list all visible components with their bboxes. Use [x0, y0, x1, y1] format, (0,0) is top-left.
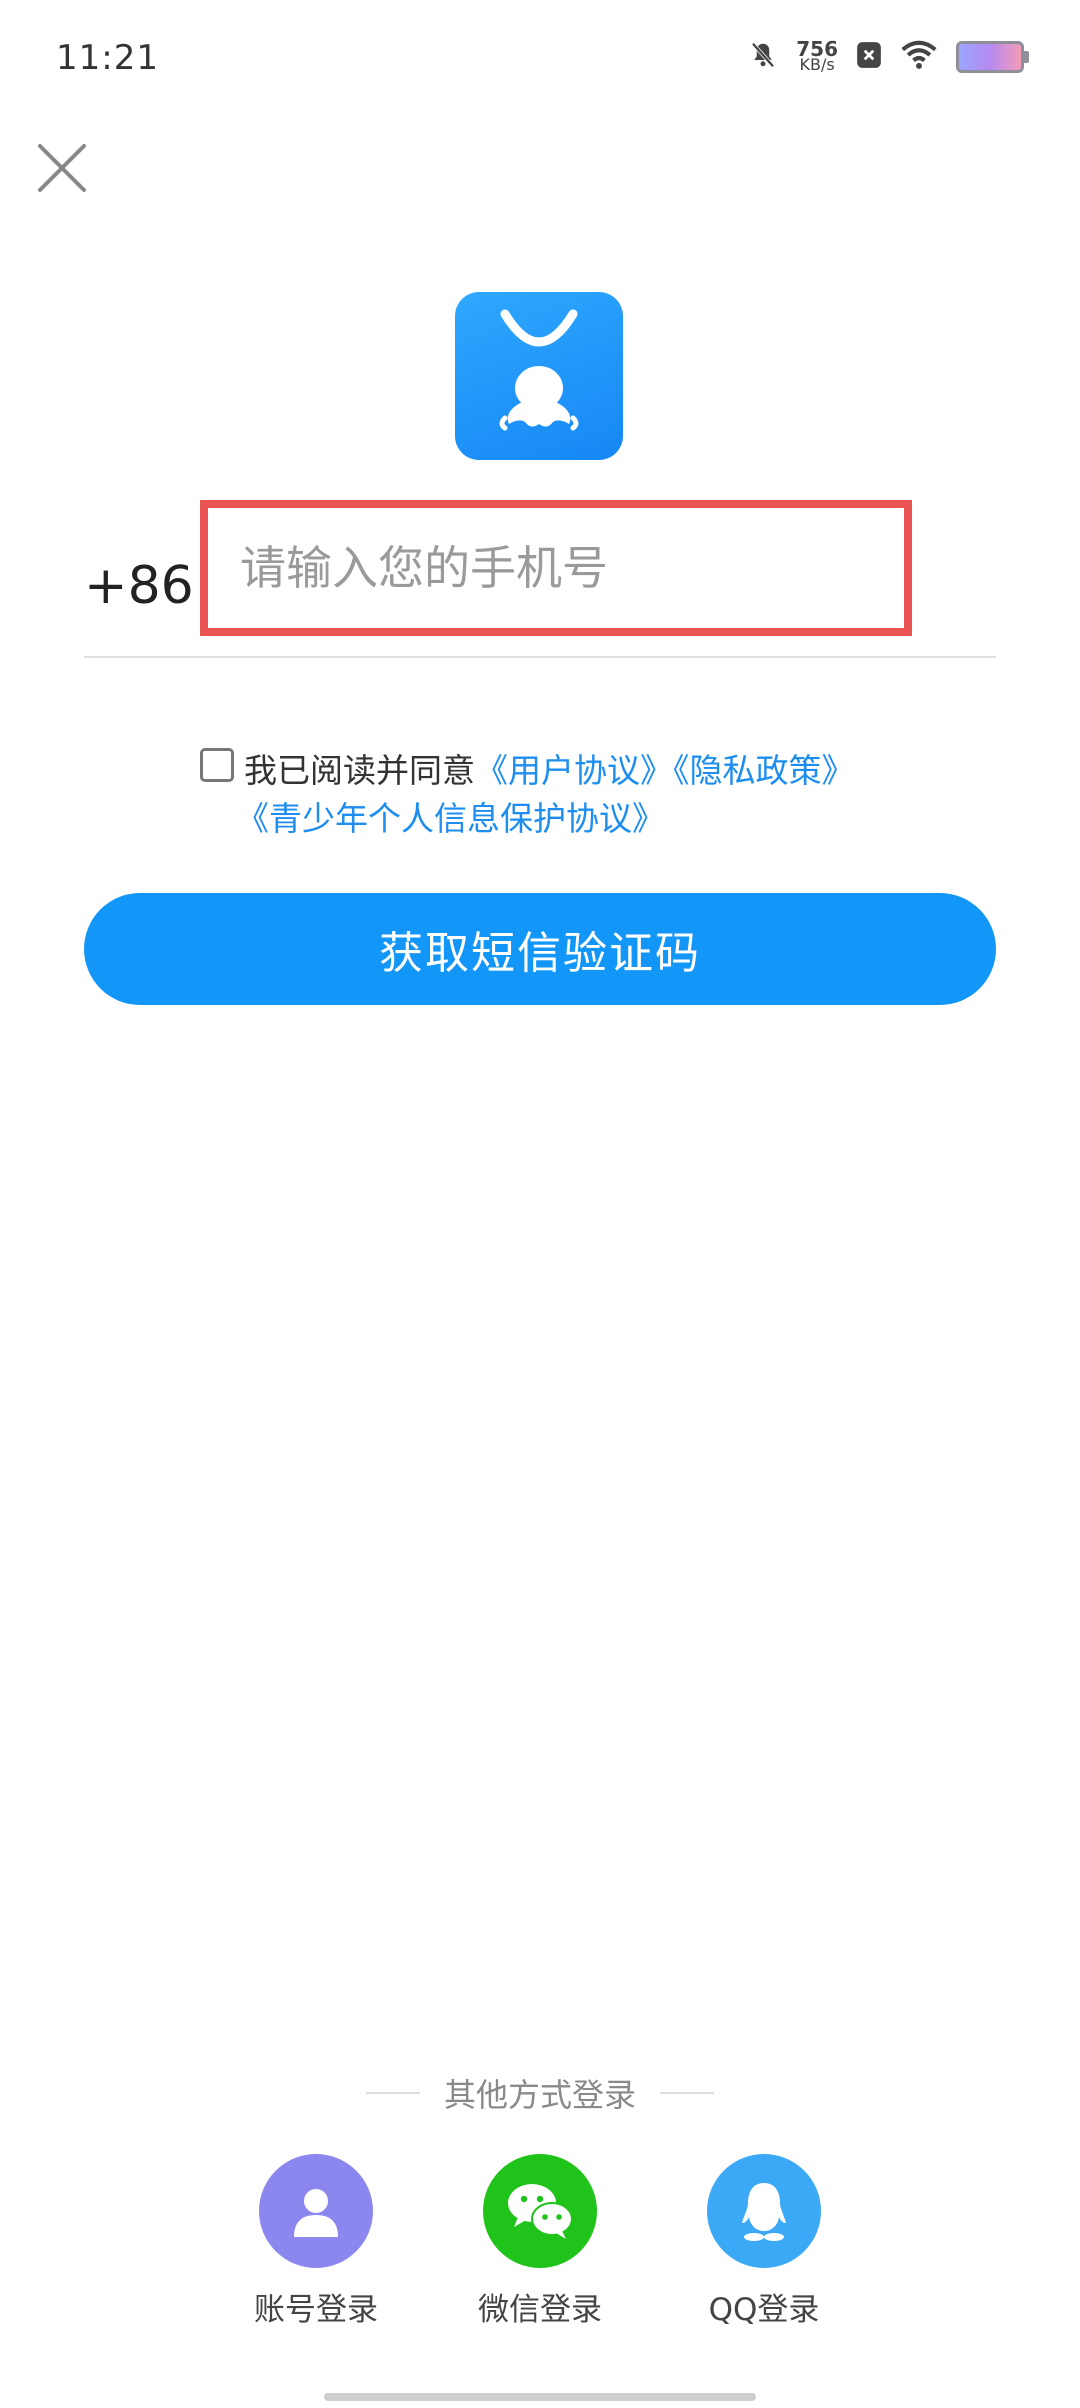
- phone-input[interactable]: [238, 540, 904, 596]
- phone-input-highlight[interactable]: [200, 500, 912, 636]
- net-speed-unit: KB/s: [799, 55, 835, 74]
- country-code[interactable]: +86: [84, 556, 194, 616]
- wechat-login-label: 微信登录: [478, 2292, 602, 2328]
- wechat-login-option[interactable]: 微信登录: [440, 2154, 640, 2329]
- app-logo-icon: [499, 309, 579, 431]
- qq-penguin-icon: [742, 2183, 786, 2241]
- wechat-icon: [508, 2184, 573, 2239]
- qq-login-circle[interactable]: [707, 2154, 821, 2268]
- app-logo: [455, 292, 623, 460]
- mute-bell-icon: [748, 40, 778, 74]
- battery-icon: [956, 41, 1029, 73]
- wechat-login-circle[interactable]: [483, 2154, 597, 2268]
- agreement-line-2: 《青少年个人信息保护协议》: [236, 792, 665, 840]
- get-sms-code-button[interactable]: 获取短信验证码: [84, 893, 996, 1005]
- divider-left: [365, 2092, 420, 2094]
- input-underline: [84, 656, 996, 658]
- status-time: 11:21: [56, 38, 159, 78]
- divider-right: [660, 2092, 714, 2094]
- net-speed: 756 KB/s: [796, 39, 838, 74]
- account-login-circle[interactable]: [259, 2154, 373, 2268]
- other-login-title: 其他方式登录: [443, 2076, 636, 2114]
- account-login-label: 账号登录: [254, 2292, 378, 2328]
- notification-x-icon: [856, 41, 882, 73]
- minor-protection-link[interactable]: 《青少年个人信息保护协议》: [236, 799, 665, 838]
- wifi-icon: [900, 40, 938, 74]
- other-login-header: 其他方式登录: [350, 2070, 730, 2116]
- qq-login-option[interactable]: QQ登录: [664, 2154, 864, 2329]
- agreement-checkbox[interactable]: [200, 748, 234, 782]
- user-agreement-link[interactable]: 《用户协议》: [475, 751, 673, 790]
- close-icon: [38, 144, 86, 192]
- close-button[interactable]: [36, 142, 88, 194]
- agreement-line-1: 我已阅读并同意《用户协议》《隐私政策》: [244, 744, 855, 792]
- privacy-policy-link[interactable]: 《隐私政策》: [673, 751, 855, 790]
- agreement-prefix: 我已阅读并同意: [244, 751, 475, 790]
- user-icon: [294, 2189, 338, 2237]
- qq-login-label: QQ登录: [708, 2292, 820, 2328]
- account-login-option[interactable]: 账号登录: [216, 2154, 416, 2329]
- status-icons: 756 KB/s: [748, 39, 1029, 74]
- home-indicator[interactable]: [324, 2393, 756, 2401]
